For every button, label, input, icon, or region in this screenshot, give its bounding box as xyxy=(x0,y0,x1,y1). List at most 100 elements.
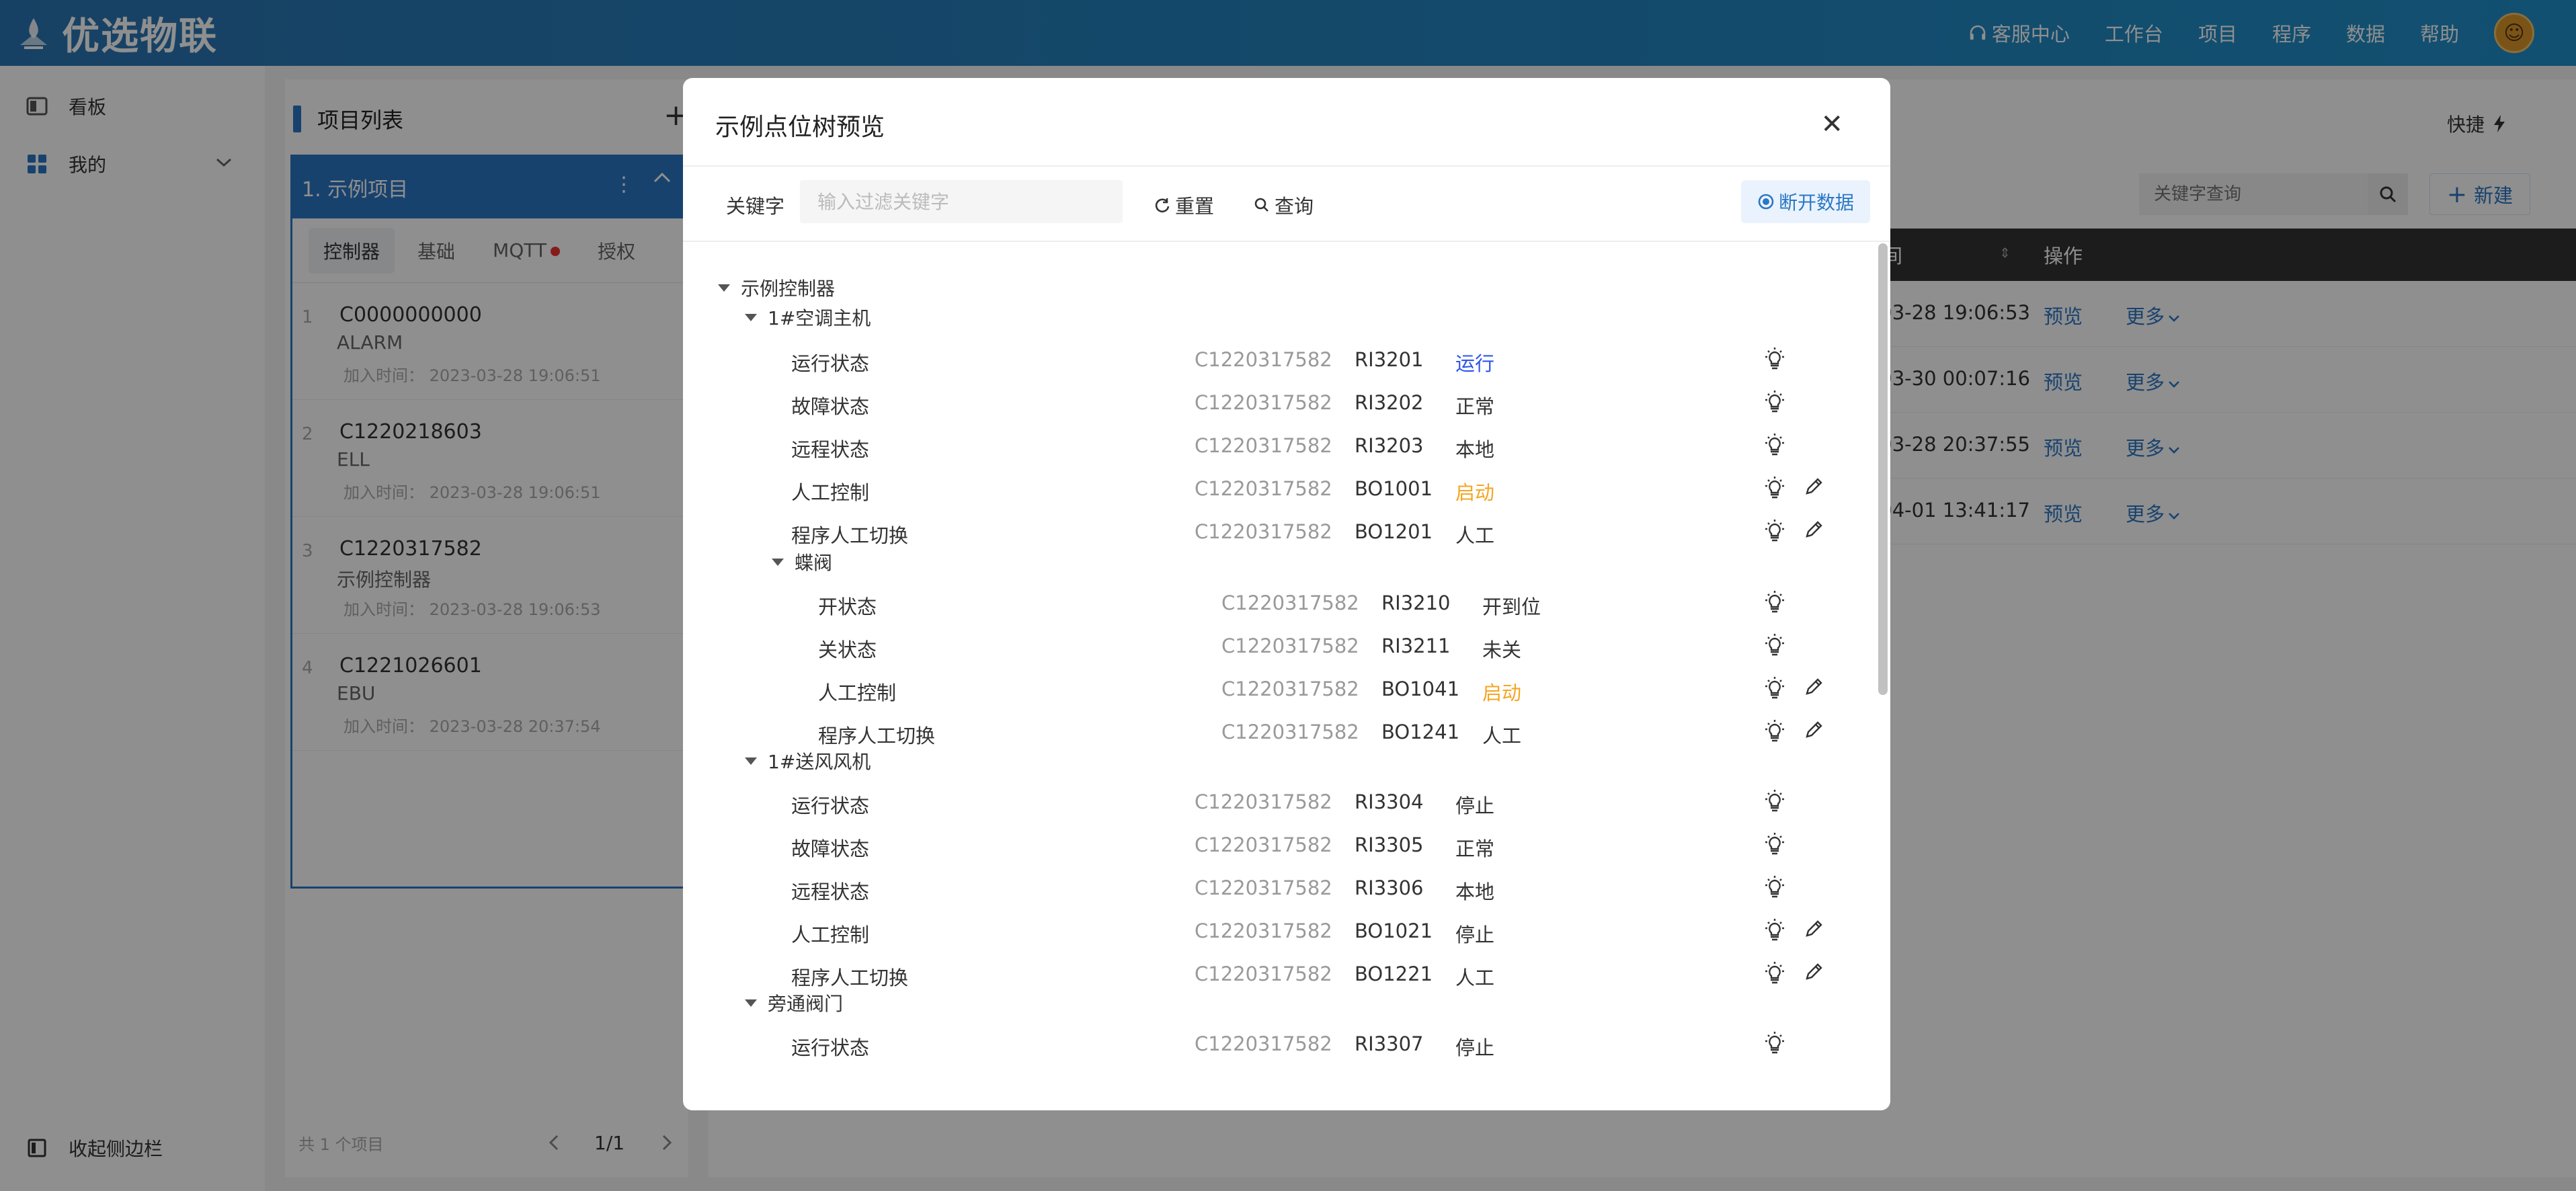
point-state: 停止 xyxy=(1455,923,1495,946)
point-name: 故障状态 xyxy=(791,837,870,860)
refresh-icon xyxy=(1155,198,1170,213)
reset-label: 重置 xyxy=(1175,195,1215,218)
lightbulb-icon[interactable] xyxy=(1761,917,1788,948)
point-name: 故障状态 xyxy=(791,395,870,418)
lightbulb-icon[interactable] xyxy=(1761,345,1788,377)
caret-down-icon[interactable] xyxy=(718,284,730,292)
radio-icon xyxy=(1758,194,1774,210)
point-code: BO1241 xyxy=(1381,721,1460,743)
tree-leaf-row[interactable]: 人工控制 C1220317582 BO1001 启动 xyxy=(683,469,1826,512)
point-code: RI3306 xyxy=(1355,876,1424,899)
point-code: RI3307 xyxy=(1355,1032,1424,1055)
tree-node-ac[interactable]: 1#空调主机 xyxy=(745,304,871,331)
lightbulb-icon[interactable] xyxy=(1761,518,1788,549)
controller-id: C1220317582 xyxy=(1221,677,1359,700)
point-name: 人工控制 xyxy=(791,923,870,946)
point-name: 关状态 xyxy=(818,639,877,661)
tree-leaf-row[interactable]: 关状态 C1220317582 RI3211 未关 xyxy=(683,626,1826,669)
edit-icon[interactable] xyxy=(1802,960,1826,989)
point-code: BO1001 xyxy=(1355,477,1433,500)
point-name: 人工控制 xyxy=(818,682,897,704)
point-code: RI3304 xyxy=(1355,790,1424,813)
tree-leaf-row[interactable]: 运行状态 C1220317582 RI3304 停止 xyxy=(683,782,1826,825)
point-state: 未关 xyxy=(1482,639,1522,661)
caret-down-icon[interactable] xyxy=(745,313,757,321)
tree-leaf-row[interactable]: 运行状态 C1220317582 RI3201 运行 xyxy=(683,340,1826,383)
query-button[interactable]: 查询 xyxy=(1253,191,1314,219)
point-code: BO1021 xyxy=(1355,919,1433,942)
lightbulb-icon[interactable] xyxy=(1761,675,1788,706)
keyword-input[interactable] xyxy=(800,180,1123,223)
controller-id: C1220317582 xyxy=(1195,876,1332,899)
point-name: 人工控制 xyxy=(791,481,870,504)
lightbulb-icon[interactable] xyxy=(1761,831,1788,862)
disconnect-label: 断开数据 xyxy=(1778,192,1854,214)
controller-id: C1220317582 xyxy=(1221,634,1359,657)
tree-leaf-row[interactable]: 程序人工切换 C1220317582 BO1241 人工 xyxy=(683,712,1826,755)
point-state: 运行 xyxy=(1455,352,1495,375)
node-label: 1#空调主机 xyxy=(768,307,871,329)
controller-id: C1220317582 xyxy=(1195,919,1332,942)
tree-leaf-row[interactable]: 故障状态 C1220317582 RI3202 正常 xyxy=(683,383,1826,426)
point-name: 远程状态 xyxy=(791,880,870,903)
scrollbar[interactable] xyxy=(1878,243,1888,695)
close-icon[interactable]: ✕ xyxy=(1820,109,1843,140)
caret-down-icon[interactable] xyxy=(745,999,757,1007)
controller-id: C1220317582 xyxy=(1195,1032,1332,1055)
controller-id: C1220317582 xyxy=(1195,520,1332,543)
edit-icon[interactable] xyxy=(1802,675,1826,704)
disconnect-button[interactable]: 断开数据 xyxy=(1741,180,1870,223)
point-state: 启动 xyxy=(1455,481,1495,504)
search-icon xyxy=(1254,198,1269,212)
point-name: 运行状态 xyxy=(791,1036,870,1059)
tree-leaf-row[interactable]: 人工控制 C1220317582 BO1021 停止 xyxy=(683,911,1826,954)
lightbulb-icon[interactable] xyxy=(1761,475,1788,506)
caret-down-icon[interactable] xyxy=(772,558,784,566)
point-code: BO1221 xyxy=(1355,962,1433,985)
lightbulb-icon[interactable] xyxy=(1761,632,1788,663)
query-label: 查询 xyxy=(1275,195,1314,218)
point-state: 本地 xyxy=(1455,438,1495,461)
lightbulb-icon[interactable] xyxy=(1761,1030,1788,1061)
tree-leaf-row[interactable]: 人工控制 C1220317582 BO1041 启动 xyxy=(683,669,1826,712)
controller-id: C1220317582 xyxy=(1195,790,1332,813)
lightbulb-icon[interactable] xyxy=(1761,388,1788,420)
edit-icon[interactable] xyxy=(1802,475,1826,503)
tree-node-root[interactable]: 示例控制器 xyxy=(718,274,835,301)
point-state: 本地 xyxy=(1455,880,1495,903)
tree-leaf-row[interactable]: 远程状态 C1220317582 RI3203 本地 xyxy=(683,426,1826,469)
reset-button[interactable]: 重置 xyxy=(1154,191,1214,219)
tree-leaf-row[interactable]: 程序人工切换 C1220317582 BO1201 人工 xyxy=(683,512,1826,555)
lightbulb-icon[interactable] xyxy=(1761,960,1788,991)
modal-title: 示例点位树预览 xyxy=(715,114,885,141)
lightbulb-icon[interactable] xyxy=(1761,589,1788,620)
lightbulb-icon[interactable] xyxy=(1761,788,1788,819)
caret-down-icon[interactable] xyxy=(745,757,757,765)
point-state: 停止 xyxy=(1455,794,1495,817)
point-tree-modal: 示例点位树预览 ✕ 关键字 重置 查询 断开数据 示例控制器 1#空调主机 蝶阀… xyxy=(683,78,1890,1110)
point-state: 启动 xyxy=(1482,682,1522,704)
edit-icon[interactable] xyxy=(1802,518,1826,546)
point-code: RI3202 xyxy=(1355,391,1424,414)
edit-icon[interactable] xyxy=(1802,718,1826,747)
tree-leaf-row[interactable]: 开状态 C1220317582 RI3210 开到位 xyxy=(683,583,1826,626)
point-name: 程序人工切换 xyxy=(791,967,909,989)
lightbulb-icon[interactable] xyxy=(1761,874,1788,905)
point-code: BO1041 xyxy=(1381,677,1460,700)
tree-leaf-row[interactable]: 故障状态 C1220317582 RI3305 正常 xyxy=(683,825,1826,868)
point-name: 程序人工切换 xyxy=(791,524,909,547)
point-code: RI3203 xyxy=(1355,434,1424,457)
lightbulb-icon[interactable] xyxy=(1761,718,1788,749)
controller-id: C1220317582 xyxy=(1195,391,1332,414)
lightbulb-icon[interactable] xyxy=(1761,432,1788,463)
point-name: 开状态 xyxy=(818,596,877,618)
edit-icon[interactable] xyxy=(1802,917,1826,946)
controller-id: C1220317582 xyxy=(1195,833,1332,856)
keyword-label: 关键字 xyxy=(726,195,785,218)
controller-id: C1220317582 xyxy=(1221,721,1359,743)
tree-leaf-row[interactable]: 程序人工切换 C1220317582 BO1221 人工 xyxy=(683,954,1826,997)
point-code: RI3211 xyxy=(1381,634,1451,657)
controller-id: C1220317582 xyxy=(1195,434,1332,457)
tree-leaf-row[interactable]: 远程状态 C1220317582 RI3306 本地 xyxy=(683,868,1826,911)
tree-leaf-row[interactable]: 运行状态 C1220317582 RI3307 停止 xyxy=(683,1024,1826,1067)
